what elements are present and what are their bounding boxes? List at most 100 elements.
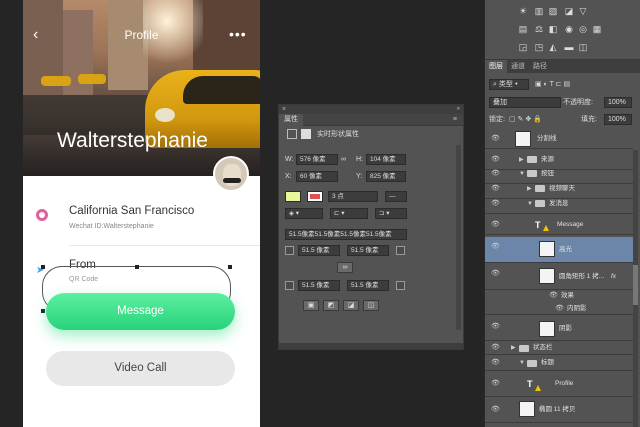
- x-field[interactable]: 60 像素: [296, 171, 338, 182]
- properties-panel[interactable]: ×» 属性 ≡ 实时形状属性 W: 576 像素 ∞ H: 104 像素 X: …: [278, 104, 464, 350]
- layer-highlight[interactable]: 👁 高光: [485, 237, 633, 263]
- location-pin-icon: [36, 209, 48, 221]
- y-field[interactable]: 825 像素: [366, 171, 406, 182]
- width-field[interactable]: 576 像素: [296, 154, 338, 165]
- mask-icon: [301, 129, 311, 139]
- corner-br-field[interactable]: 51.5 像素: [347, 280, 389, 291]
- layers-scrollbar[interactable]: [633, 150, 638, 427]
- layer-profile-text[interactable]: 👁 T Profile: [485, 371, 633, 397]
- blend-mode-value: 叠加: [493, 99, 507, 106]
- canvas-area[interactable]: ‹ Profile ••• Walterstephanie California…: [0, 0, 484, 427]
- layer-group-message[interactable]: 👁 ▼ 发消息: [485, 194, 633, 214]
- gradient-map-icon[interactable]: ▬: [563, 42, 575, 52]
- height-field[interactable]: 104 像素: [366, 154, 406, 165]
- collapse-icon[interactable]: »: [457, 105, 460, 114]
- corner-tr-field[interactable]: 51.5 像素: [347, 245, 389, 256]
- corner-br-checkbox[interactable]: [396, 281, 405, 290]
- corner-bl-field[interactable]: 51.5 像素: [298, 280, 340, 291]
- location-text: California San Francisco: [69, 205, 195, 217]
- align-select[interactable]: ◈ ▾: [285, 208, 323, 219]
- lookup-icon[interactable]: ▦: [591, 24, 603, 34]
- brightness-icon[interactable]: ☀: [517, 6, 529, 16]
- lock-icons[interactable]: ▢ ✎ ✥ 🔒: [509, 114, 542, 125]
- divider: [69, 245, 260, 246]
- link-icon[interactable]: ∞: [341, 154, 346, 165]
- wechat-id: Wechat ID:Walterstephanie: [69, 223, 154, 230]
- video-call-button[interactable]: Video Call: [46, 351, 235, 386]
- posterize-icon[interactable]: ◳: [533, 42, 545, 52]
- invert-icon[interactable]: ◲: [517, 42, 529, 52]
- tab-channels[interactable]: 通道: [507, 60, 529, 73]
- layer-divider-line[interactable]: 👁 分割线: [485, 129, 633, 149]
- corners-all-field[interactable]: 51.5像素51.5像素51.5像素51.5像素: [285, 229, 407, 240]
- opacity-field[interactable]: 100%: [604, 97, 632, 108]
- threshold-icon[interactable]: ◭: [547, 42, 559, 52]
- mixer-icon[interactable]: ◎: [577, 24, 589, 34]
- vibrance-icon[interactable]: ▽: [577, 6, 589, 16]
- lock-label: 锁定:: [489, 116, 505, 123]
- photo-filter-icon[interactable]: ◉: [563, 24, 575, 34]
- message-button[interactable]: Message: [46, 293, 235, 330]
- tab-paths[interactable]: 路径: [529, 60, 551, 73]
- kind-filter-label: 类型: [498, 81, 513, 88]
- blend-mode-select[interactable]: 叠加: [489, 97, 561, 108]
- link-corners-icon[interactable]: ∞: [337, 262, 353, 273]
- username: Walterstephanie: [57, 129, 208, 152]
- opacity-label: 不透明度:: [563, 99, 593, 106]
- bw-icon[interactable]: ◧: [547, 24, 559, 34]
- corner-bl-checkbox[interactable]: [285, 281, 294, 290]
- tab-properties[interactable]: 属性: [279, 114, 303, 126]
- eye-icon[interactable]: 👁: [555, 302, 564, 315]
- stroke-swatch[interactable]: [307, 191, 323, 202]
- layer-rounded-rect[interactable]: 👁 圆角矩形 1 拷... fx: [485, 264, 633, 290]
- shape-icon: [287, 129, 297, 139]
- panel-scrollbar[interactable]: [456, 145, 461, 330]
- corner-tl-checkbox[interactable]: [285, 246, 294, 255]
- layer-message-text[interactable]: 👁 T Message: [485, 215, 633, 235]
- tab-layers[interactable]: 图层: [485, 60, 507, 73]
- layer-ellipse-copy[interactable]: 👁 椭圆 11 拷贝: [485, 397, 633, 423]
- selective-color-icon[interactable]: ◫: [577, 42, 589, 52]
- x-label: X:: [285, 173, 292, 180]
- w-label: W:: [285, 156, 294, 163]
- right-panels: ☀ ▥ ▨ ◪ ▽ ▤ ⚖ ◧ ◉ ◎ ▦ ◲ ◳ ◭ ▬ ◫ 图层 通道 路径 ⌕…: [484, 0, 640, 427]
- path-op-subtract-icon[interactable]: ◩: [323, 300, 339, 311]
- caps-select[interactable]: ⊏ ▾: [330, 208, 368, 219]
- layer-shadow[interactable]: 👁 阴影: [485, 317, 633, 341]
- stroke-size-field[interactable]: 3 点: [328, 191, 378, 202]
- layer-effects[interactable]: 👁 效果: [485, 289, 633, 302]
- levels-icon[interactable]: ▥: [533, 6, 545, 16]
- eye-icon[interactable]: 👁: [491, 129, 500, 149]
- hue-icon[interactable]: ▤: [517, 24, 529, 34]
- close-icon[interactable]: ×: [282, 105, 286, 114]
- path-op-combine-icon[interactable]: ▣: [303, 300, 319, 311]
- layer-group-title[interactable]: 👁 ▼ 标题: [485, 355, 633, 371]
- balance-icon[interactable]: ⚖: [533, 24, 545, 34]
- corner-tl-field[interactable]: 51.5 像素: [298, 245, 340, 256]
- path-op-exclude-icon[interactable]: ◫: [363, 300, 379, 311]
- more-dots-icon[interactable]: •••: [229, 26, 247, 42]
- layer-inner-shadow[interactable]: 👁 内阴影: [485, 302, 633, 315]
- corners-select[interactable]: ⊐ ▾: [375, 208, 407, 219]
- adjustments-panel: ☀ ▥ ▨ ◪ ▽ ▤ ⚖ ◧ ◉ ◎ ▦ ◲ ◳ ◭ ▬ ◫: [485, 0, 640, 60]
- fill-field[interactable]: 100%: [604, 114, 632, 125]
- panel-menu-icon[interactable]: ≡: [453, 116, 457, 123]
- filter-icons[interactable]: ▣ ◐ T ⊏ ▤: [535, 79, 570, 90]
- avatar[interactable]: [213, 156, 249, 192]
- layers-list[interactable]: 👁 分割线 👁 ▶ 来源 👁 ▼ 按钮 👁 ▶ 视频聊天 👁 ▼ 发消息 👁 T Message 👁 高…: [485, 129, 640, 427]
- section-label: 实时形状属性: [317, 131, 359, 138]
- curves-icon[interactable]: ▨: [547, 6, 559, 16]
- h-label: H:: [356, 156, 363, 163]
- layer-group-statusbar[interactable]: 👁 ▶ 状态栏: [485, 341, 633, 355]
- y-label: Y:: [356, 173, 363, 180]
- eye-icon[interactable]: 👁: [549, 289, 558, 302]
- fx-icon[interactable]: fx: [611, 264, 616, 290]
- path-op-intersect-icon[interactable]: ◪: [343, 300, 359, 311]
- artboard-profile[interactable]: ‹ Profile ••• Walterstephanie California…: [23, 0, 260, 427]
- stroke-type-select[interactable]: —: [385, 191, 407, 202]
- kind-filter[interactable]: ⌕ 类型 ▾: [489, 79, 529, 90]
- exposure-icon[interactable]: ◪: [563, 6, 575, 16]
- corner-tr-checkbox[interactable]: [396, 246, 405, 255]
- fill-swatch[interactable]: [285, 191, 301, 202]
- layers-tabs: 图层 通道 路径: [485, 60, 640, 73]
